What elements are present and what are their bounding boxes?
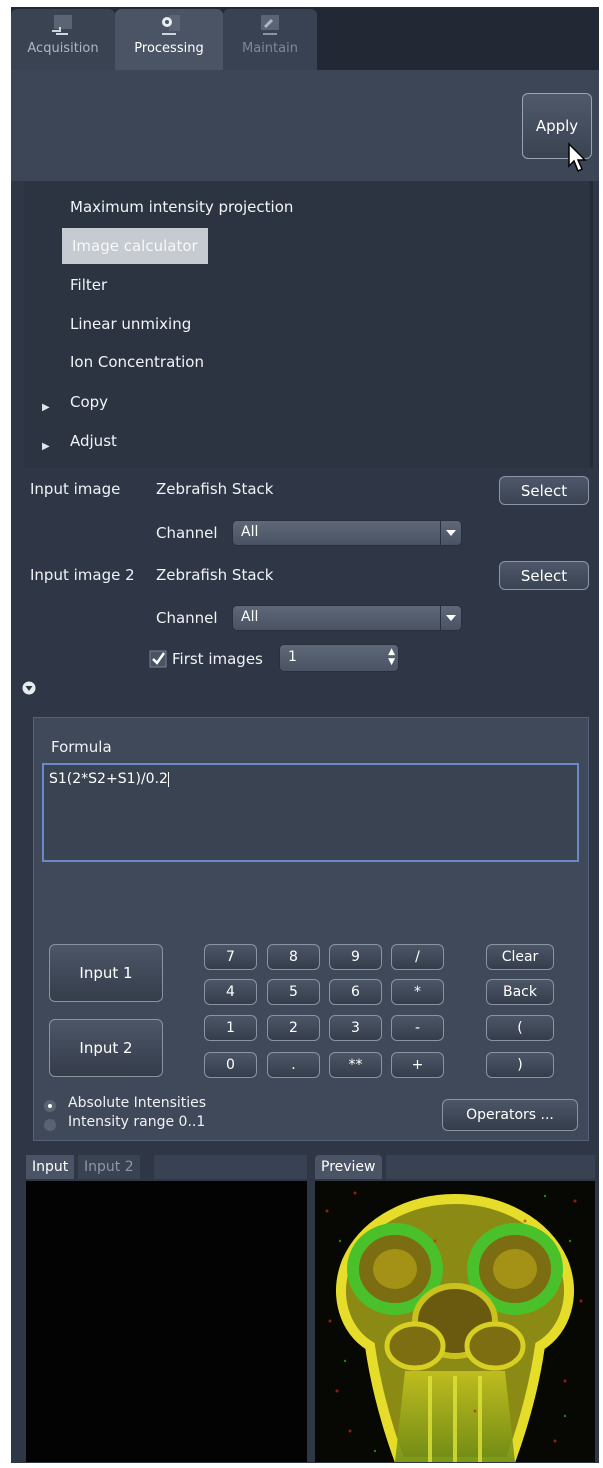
intensity-range-label: Intensity range 0..1 xyxy=(68,1114,206,1130)
clear-button[interactable]: Clear xyxy=(486,944,554,970)
stepper-arrows-icon[interactable]: ▲ ▼ xyxy=(388,647,395,667)
key-5[interactable]: 5 xyxy=(267,979,320,1005)
list-item-selected[interactable]: Image calculator xyxy=(62,228,208,264)
formula-panel: Formula S1(2*S2+S1)/0.2 Input 1 Input 2 … xyxy=(33,717,589,1141)
input-1-button[interactable]: Input 1 xyxy=(49,944,163,1002)
key-1[interactable]: 1 xyxy=(204,1015,257,1041)
input-image-2-name: Zebrafish Stack xyxy=(156,566,274,584)
key-8[interactable]: 8 xyxy=(267,944,320,970)
wrench-icon xyxy=(261,15,279,35)
tab-label: Processing xyxy=(134,41,204,56)
tab-label: Maintain xyxy=(242,41,298,56)
text-cursor xyxy=(167,771,169,787)
key-0[interactable]: 0 xyxy=(204,1052,257,1078)
channel-2-dropdown[interactable]: All xyxy=(232,605,462,631)
tab-acquisition[interactable]: Acquisition xyxy=(11,9,115,70)
key-minus[interactable]: - xyxy=(391,1015,444,1041)
input-image-2-label: Input image 2 xyxy=(30,566,135,584)
list-item[interactable]: Filter xyxy=(70,267,107,303)
tab-label: Acquisition xyxy=(27,41,99,56)
expand-triangle-icon[interactable]: ▶ xyxy=(42,441,50,452)
tab-input-2[interactable]: Input 2 xyxy=(78,1155,140,1179)
channel-value: All xyxy=(241,609,259,625)
tab-strip-background xyxy=(154,1155,307,1179)
select-input-button[interactable]: Select xyxy=(499,476,589,505)
list-item[interactable]: Maximum intensity projection xyxy=(70,189,293,225)
list-item[interactable]: Adjust xyxy=(70,423,117,459)
intensity-range-radio[interactable] xyxy=(44,1119,56,1131)
tab-bar: Acquisition Processing Maintain xyxy=(11,7,599,70)
formula-label: Formula xyxy=(51,738,112,756)
list-item[interactable]: Linear unmixing xyxy=(70,306,191,342)
key-6[interactable]: 6 xyxy=(329,979,382,1005)
channel-value: All xyxy=(241,524,259,540)
list-item[interactable]: Ion Concentration xyxy=(70,344,204,380)
channel-label: Channel xyxy=(156,609,218,627)
tab-maintain[interactable]: Maintain xyxy=(223,9,317,70)
key-decimal[interactable]: . xyxy=(267,1052,320,1078)
channel-dropdown[interactable]: All xyxy=(232,520,462,546)
first-images-label: First images xyxy=(172,650,263,668)
key-multiply[interactable]: * xyxy=(391,979,444,1005)
input-image-name: Zebrafish Stack xyxy=(156,480,274,498)
tab-processing[interactable]: Processing xyxy=(115,9,223,70)
tab-input[interactable]: Input xyxy=(26,1155,75,1179)
key-7[interactable]: 7 xyxy=(204,944,257,970)
formula-text: S1(2*S2+S1)/0.2 xyxy=(49,771,168,787)
open-paren-button[interactable]: ( xyxy=(486,1015,554,1041)
collapse-toggle-icon[interactable] xyxy=(22,681,36,695)
key-divide[interactable]: / xyxy=(391,944,444,970)
select-input-2-button[interactable]: Select xyxy=(499,561,589,590)
formula-input[interactable]: S1(2*S2+S1)/0.2 xyxy=(42,763,579,862)
acquisition-icon xyxy=(52,15,72,35)
close-paren-button[interactable]: ) xyxy=(486,1052,554,1078)
toolbar-band xyxy=(11,70,599,181)
tab-strip-background xyxy=(386,1155,595,1179)
stepper-value: 1 xyxy=(288,649,297,665)
key-power[interactable]: ** xyxy=(329,1052,382,1078)
operators-button[interactable]: Operators ... xyxy=(442,1099,578,1131)
key-9[interactable]: 9 xyxy=(329,944,382,970)
chevron-down-icon xyxy=(440,521,461,545)
key-4[interactable]: 4 xyxy=(204,979,257,1005)
list-item[interactable]: Copy xyxy=(70,384,108,420)
first-images-stepper[interactable]: 1 ▲ ▼ xyxy=(279,644,399,672)
input-image-view[interactable] xyxy=(26,1181,307,1462)
absolute-intensities-radio[interactable] xyxy=(44,1100,56,1112)
expand-triangle-icon[interactable]: ▶ xyxy=(42,402,50,413)
input-2-button[interactable]: Input 2 xyxy=(49,1019,163,1077)
gear-icon xyxy=(162,15,180,35)
first-images-checkbox[interactable] xyxy=(149,650,167,668)
tab-preview[interactable]: Preview xyxy=(315,1155,382,1179)
processing-panel: Acquisition Processing Maintain Apply Ma… xyxy=(11,7,599,1463)
back-button[interactable]: Back xyxy=(486,979,554,1005)
chevron-down-icon xyxy=(440,606,461,630)
input-image-label: Input image xyxy=(30,480,121,498)
zebrafish-preview-image xyxy=(325,1191,583,1462)
preview-image-view[interactable] xyxy=(315,1181,595,1462)
mouse-cursor-icon xyxy=(568,142,587,173)
key-2[interactable]: 2 xyxy=(267,1015,320,1041)
key-3[interactable]: 3 xyxy=(329,1015,382,1041)
method-list: Maximum intensity projection Image calcu… xyxy=(24,181,593,468)
key-plus[interactable]: + xyxy=(391,1052,444,1078)
absolute-intensities-label: Absolute Intensities xyxy=(68,1095,207,1111)
channel-label: Channel xyxy=(156,524,218,542)
